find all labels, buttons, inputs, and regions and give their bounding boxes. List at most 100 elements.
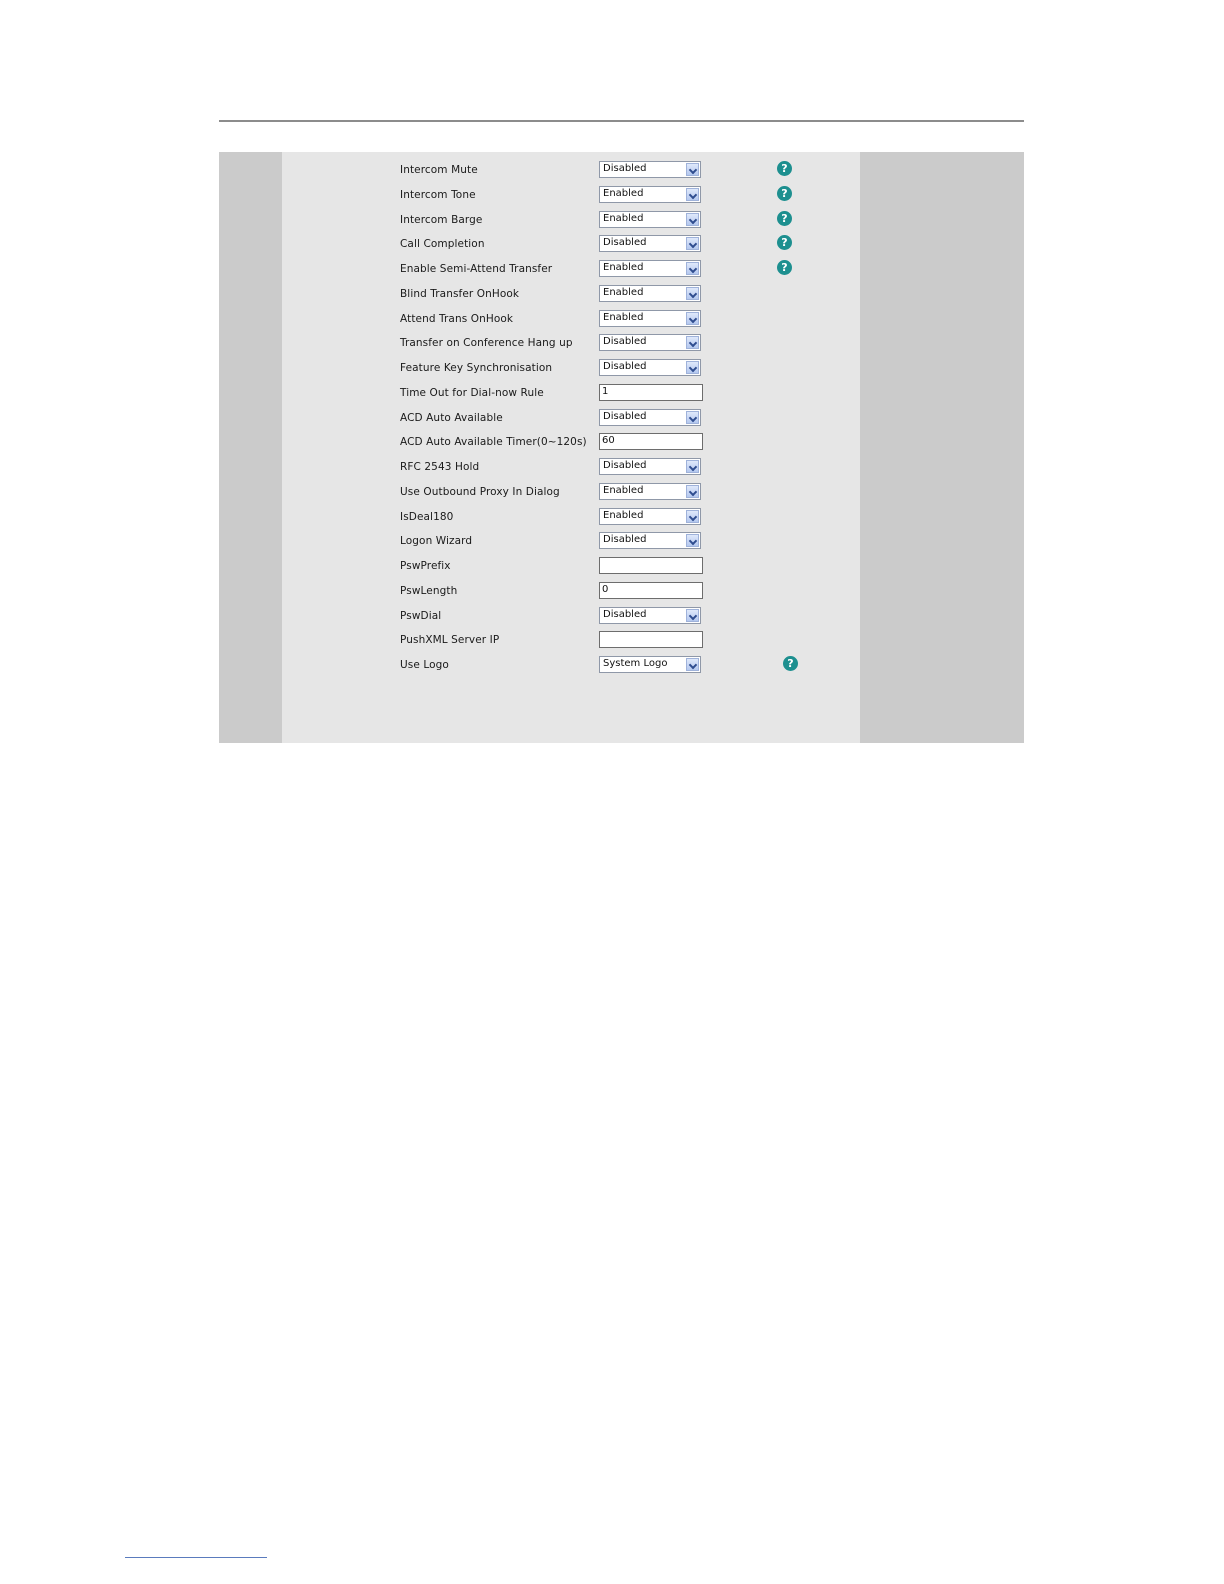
setting-row: Intercom Mute Disabled? xyxy=(282,161,860,181)
chevron-down-icon[interactable] xyxy=(686,460,699,473)
setting-row: Time Out for Dial-now Rule 1 xyxy=(282,384,860,404)
setting-row: Intercom Barge Enabled? xyxy=(282,211,860,231)
setting-row: Use Logo System Logo? xyxy=(282,656,860,676)
setting-select[interactable]: Disabled xyxy=(599,161,701,178)
setting-select[interactable]: Disabled xyxy=(599,532,701,549)
setting-row: ACD Auto Available Timer(0~120s) 60 xyxy=(282,433,860,453)
setting-label: IsDeal180 xyxy=(400,511,454,523)
setting-row: Logon Wizard Disabled xyxy=(282,532,860,552)
chevron-down-icon[interactable] xyxy=(686,262,699,275)
setting-label: Use Outbound Proxy In Dialog xyxy=(400,486,560,498)
setting-row: ACD Auto Available Disabled xyxy=(282,409,860,429)
setting-row: Feature Key Synchronisation Disabled xyxy=(282,359,860,379)
chevron-down-icon[interactable] xyxy=(686,163,699,176)
chevron-down-icon[interactable] xyxy=(686,188,699,201)
setting-select[interactable]: Enabled xyxy=(599,260,701,277)
setting-label: PswPrefix xyxy=(400,560,451,572)
input-value: 60 xyxy=(602,435,615,446)
chevron-down-icon[interactable] xyxy=(686,609,699,622)
setting-row: Intercom Tone Enabled? xyxy=(282,186,860,206)
select-value: Disabled xyxy=(603,336,647,347)
setting-row: Blind Transfer OnHook Enabled xyxy=(282,285,860,305)
setting-row: Enable Semi-Attend Transfer Enabled? xyxy=(282,260,860,280)
setting-label: RFC 2543 Hold xyxy=(400,461,480,473)
chevron-down-icon[interactable] xyxy=(686,287,699,300)
select-value: Disabled xyxy=(603,609,647,620)
help-icon[interactable]: ? xyxy=(777,186,792,201)
features-settings-panel: Intercom Mute Disabled? Intercom Tone Enabl… xyxy=(282,152,860,743)
setting-row: PswDial Disabled xyxy=(282,607,860,627)
help-icon[interactable]: ? xyxy=(777,211,792,226)
chevron-down-icon[interactable] xyxy=(686,213,699,226)
setting-select[interactable]: Disabled xyxy=(599,458,701,475)
setting-label: Logon Wizard xyxy=(400,535,473,547)
chevron-down-icon[interactable] xyxy=(686,485,699,498)
select-value: Enabled xyxy=(603,485,644,496)
select-value: Enabled xyxy=(603,188,644,199)
select-value: Disabled xyxy=(603,163,647,174)
setting-text-input[interactable] xyxy=(599,631,703,648)
setting-row: PushXML Server IP xyxy=(282,631,860,651)
setting-select[interactable]: Enabled xyxy=(599,483,701,500)
chevron-down-icon[interactable] xyxy=(686,237,699,250)
setting-text-input[interactable]: 60 xyxy=(599,433,703,450)
select-value: Disabled xyxy=(603,237,647,248)
setting-select[interactable]: Enabled xyxy=(599,285,701,302)
chevron-down-icon[interactable] xyxy=(686,658,699,671)
setting-label: Use Logo xyxy=(400,659,449,671)
page-header-rule xyxy=(219,120,1024,122)
setting-select[interactable]: Enabled xyxy=(599,211,701,228)
setting-select[interactable]: Disabled xyxy=(599,235,701,252)
setting-select[interactable]: Disabled xyxy=(599,334,701,351)
setting-select[interactable]: System Logo xyxy=(599,656,701,673)
setting-label: Intercom Mute xyxy=(400,164,478,176)
setting-label: Call Completion xyxy=(400,238,485,250)
setting-select[interactable]: Enabled xyxy=(599,186,701,203)
setting-label: Attend Trans OnHook xyxy=(400,313,514,325)
help-icon[interactable]: ? xyxy=(777,235,792,250)
chevron-down-icon[interactable] xyxy=(686,411,699,424)
chevron-down-icon[interactable] xyxy=(686,510,699,523)
setting-label: Intercom Tone xyxy=(400,189,476,201)
setting-label: ACD Auto Available xyxy=(400,412,503,424)
chevron-down-icon[interactable] xyxy=(686,361,699,374)
help-icon[interactable]: ? xyxy=(783,656,798,671)
select-value: Disabled xyxy=(603,411,647,422)
setting-row: PswPrefix xyxy=(282,557,860,577)
select-value: Enabled xyxy=(603,510,644,521)
setting-row: Attend Trans OnHook Enabled xyxy=(282,310,860,330)
input-value: 0 xyxy=(602,584,609,595)
select-value: Disabled xyxy=(603,534,647,545)
setting-label: PswDial xyxy=(400,610,442,622)
help-icon[interactable]: ? xyxy=(777,260,792,275)
setting-label: PushXML Server IP xyxy=(400,634,500,646)
setting-label: Blind Transfer OnHook xyxy=(400,288,520,300)
setting-text-input[interactable] xyxy=(599,557,703,574)
setting-row: Use Outbound Proxy In Dialog Enabled xyxy=(282,483,860,503)
select-value: Enabled xyxy=(603,287,644,298)
setting-select[interactable]: Disabled xyxy=(599,359,701,376)
setting-label: Enable Semi-Attend Transfer xyxy=(400,263,553,275)
select-value: System Logo xyxy=(603,658,668,669)
select-value: Enabled xyxy=(603,213,644,224)
settings-screenshot: Intercom Mute Disabled? Intercom Tone Enabl… xyxy=(219,152,1024,743)
setting-text-input[interactable]: 0 xyxy=(599,582,703,599)
chevron-down-icon[interactable] xyxy=(686,534,699,547)
help-icon[interactable]: ? xyxy=(777,161,792,176)
setting-row: PswLength 0 xyxy=(282,582,860,602)
select-value: Enabled xyxy=(603,312,644,323)
setting-select[interactable]: Disabled xyxy=(599,409,701,426)
chevron-down-icon[interactable] xyxy=(686,336,699,349)
setting-row: IsDeal180 Enabled xyxy=(282,508,860,528)
setting-select[interactable]: Enabled xyxy=(599,508,701,525)
setting-row: RFC 2543 Hold Disabled xyxy=(282,458,860,478)
setting-select[interactable]: Disabled xyxy=(599,607,701,624)
setting-row: Transfer on Conference Hang up Disabled xyxy=(282,334,860,354)
select-value: Enabled xyxy=(603,262,644,273)
setting-select[interactable]: Enabled xyxy=(599,310,701,327)
setting-label: Intercom Barge xyxy=(400,214,483,226)
select-value: Disabled xyxy=(603,361,647,372)
setting-label: Feature Key Synchronisation xyxy=(400,362,553,374)
setting-text-input[interactable]: 1 xyxy=(599,384,703,401)
chevron-down-icon[interactable] xyxy=(686,312,699,325)
